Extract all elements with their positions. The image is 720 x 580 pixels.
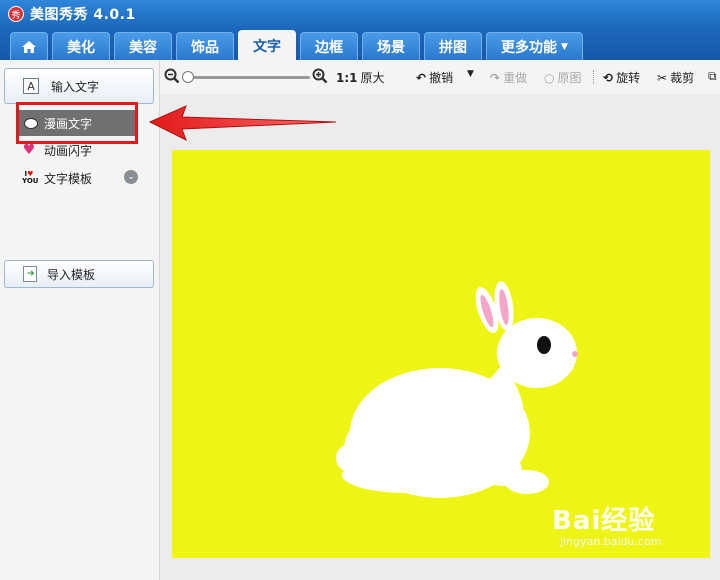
tab-more-features-label: 更多功能 — [501, 39, 557, 56]
input-text-label: 输入文字 — [51, 79, 100, 94]
home-icon — [22, 40, 36, 53]
original-image-button[interactable]: ○ 原图 — [544, 69, 582, 86]
original-size-button[interactable]: 1:1 原大 — [336, 69, 385, 86]
app-title: 美图秀秀 4.0.1 — [30, 7, 136, 23]
tab-collage[interactable]: 拼图 — [424, 32, 482, 60]
undo-icon: ↶ — [416, 70, 427, 85]
redo-icon: ↷ — [490, 70, 501, 85]
sidebar-item-animated-text[interactable]: ♥ 动画闪字 — [22, 140, 92, 160]
highlight-annotation-box — [16, 102, 138, 144]
text-a-icon: A — [23, 78, 39, 94]
title-bar: 秀 美图秀秀 4.0.1 — [0, 0, 720, 28]
zoom-in-icon[interactable] — [312, 68, 328, 88]
watermark: Bai经验 jingyan.baidu.com — [552, 500, 662, 548]
import-template-label: 导入模板 — [47, 267, 96, 282]
tab-text[interactable]: 文字 — [238, 30, 296, 60]
expand-chevron-icon[interactable]: ⌄ — [124, 170, 138, 184]
original-image-label: 原图 — [557, 71, 582, 85]
circle-icon: ○ — [544, 70, 555, 85]
tab-home[interactable] — [10, 32, 48, 60]
sidebar-item-text-templates[interactable]: I♥ YOU 文字模板 — [22, 168, 92, 188]
zoom-out-icon[interactable] — [164, 68, 180, 88]
image-toolbar: 1:1 原大 ↶ 撤销 ▼ ↷ 重做 ○ 原图 ⟲ 旋转 ✂ 裁剪 ⧉ — [160, 60, 720, 94]
rotate-label: 旋转 — [616, 71, 641, 85]
caret-down-icon: ▼ — [561, 41, 568, 52]
canvas-area: Bai经验 jingyan.baidu.com — [160, 94, 720, 580]
crop-label: 裁剪 — [670, 71, 695, 85]
main-tab-bar: 美化 美容 饰品 文字 边框 场景 拼图 更多功能 ▼ — [0, 28, 720, 60]
sidebar-item-label: 动画闪字 — [44, 143, 93, 158]
tab-frames[interactable]: 边框 — [300, 32, 358, 60]
tab-beautify[interactable]: 美化 — [52, 32, 110, 60]
rotate-button[interactable]: ⟲ 旋转 — [603, 69, 640, 86]
rabbit-image — [336, 281, 578, 498]
rotate-icon: ⟲ — [603, 70, 614, 85]
heart-icon: ♥ — [22, 142, 36, 158]
i-love-you-icon: I♥ YOU — [22, 170, 39, 185]
tab-beauty[interactable]: 美容 — [114, 32, 172, 60]
app-logo-icon: 秀 — [8, 6, 24, 22]
redo-label: 重做 — [503, 71, 528, 85]
tab-accessories[interactable]: 饰品 — [176, 32, 234, 60]
resize-icon[interactable]: ⧉ — [708, 69, 717, 84]
watermark-brand: Bai经验 — [552, 506, 656, 536]
red-arrow-annotation — [148, 105, 337, 142]
undo-dropdown-icon[interactable]: ▼ — [467, 69, 474, 79]
tab-scenes[interactable]: 场景 — [362, 32, 420, 60]
crop-button[interactable]: ✂ 裁剪 — [657, 69, 694, 86]
sidebar-item-label: 文字模板 — [44, 171, 93, 186]
undo-button[interactable]: ↶ 撤销 — [416, 69, 453, 86]
import-file-icon — [23, 266, 37, 282]
original-size-label: 原大 — [360, 71, 385, 85]
ratio-label: 1:1 — [336, 70, 358, 85]
zoom-slider-thumb[interactable] — [182, 71, 194, 83]
left-panel: A 输入文字 漫画文字 ♥ 动画闪字 I♥YOU 文字模板 ⌄ 导入模板 — [0, 60, 160, 580]
toolbar-divider — [593, 70, 594, 84]
import-template-button[interactable]: 导入模板 — [4, 260, 154, 288]
scissors-icon: ✂ — [657, 70, 668, 85]
redo-button[interactable]: ↷ 重做 — [490, 69, 527, 86]
tab-more-features[interactable]: 更多功能 ▼ — [486, 32, 583, 60]
zoom-slider[interactable] — [182, 71, 310, 83]
photo-canvas[interactable]: Bai经验 jingyan.baidu.com — [172, 150, 710, 558]
input-text-button[interactable]: A 输入文字 — [4, 68, 154, 104]
undo-label: 撤销 — [429, 71, 454, 85]
